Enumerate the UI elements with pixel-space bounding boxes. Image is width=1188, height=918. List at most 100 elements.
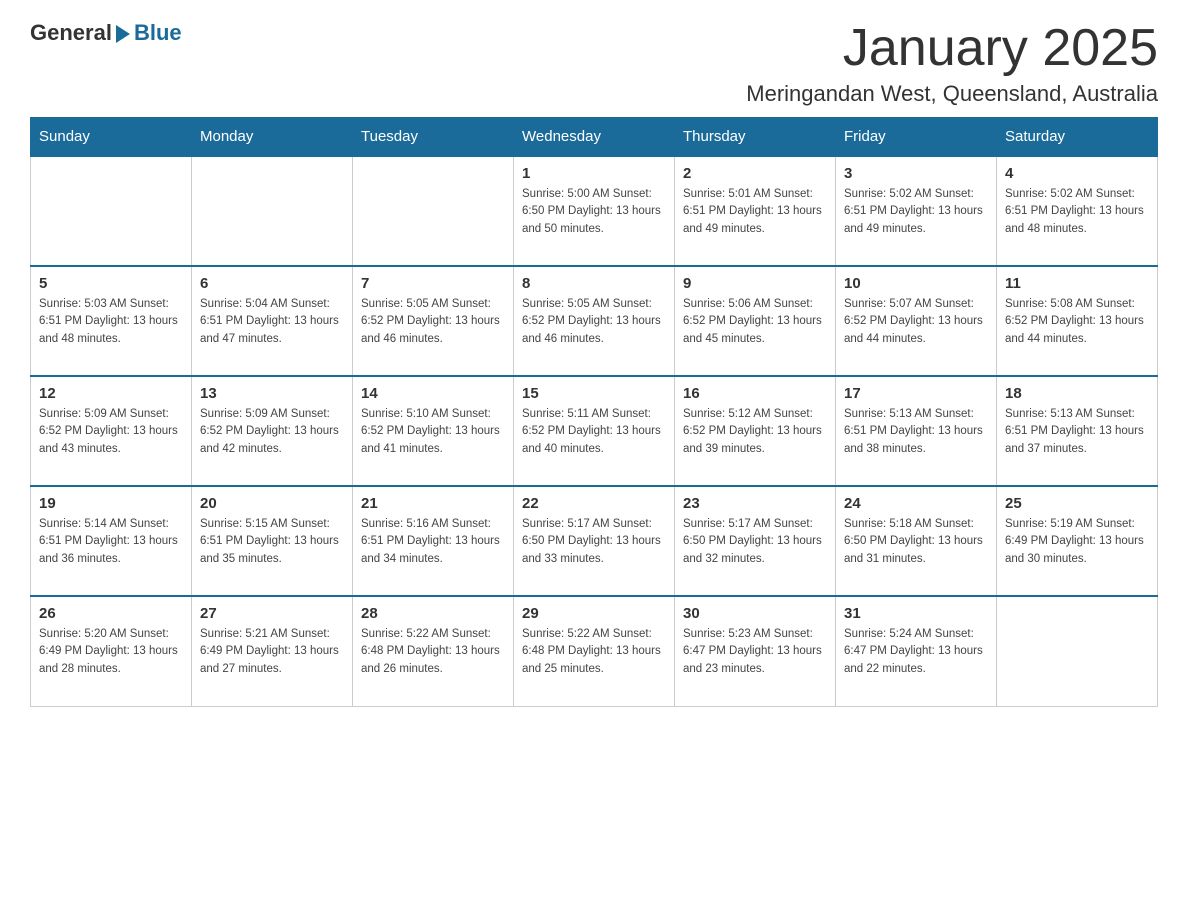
calendar-cell: 15Sunrise: 5:11 AM Sunset: 6:52 PM Dayli… xyxy=(514,376,675,486)
column-header-monday: Monday xyxy=(192,118,353,157)
calendar-cell: 29 Sunrise: 5:22 AM Sunset: 6:48 PM Dayli… xyxy=(514,596,675,706)
calendar-cell: 17 Sunrise: 5:13 AM Sunset: 6:51 PM Dayli… xyxy=(836,376,997,486)
day-info: Sunrise: 5:10 AM Sunset: 6:52 PM Dayligh… xyxy=(361,406,505,458)
day-number: 2 xyxy=(683,165,827,182)
day-number: 28 xyxy=(361,605,505,622)
day-number: 6 xyxy=(200,275,344,292)
column-header-saturday: Saturday xyxy=(997,118,1158,157)
day-info: Sunrise: 5:04 AM Sunset: 6:51 PM Dayligh… xyxy=(200,296,344,348)
day-number: 30 xyxy=(683,605,827,622)
page-header: General Blue January 2025 Meringandan We… xyxy=(30,20,1158,107)
day-number: 9 xyxy=(683,275,827,292)
day-number: 29 xyxy=(522,605,666,622)
day-number: 31 xyxy=(844,605,988,622)
day-info: Sunrise: 5:22 AM Sunset: 6:48 PM Dayligh… xyxy=(522,626,666,678)
day-info: Sunrise: 5:21 AM Sunset: 6:49 PM Dayligh… xyxy=(200,626,344,678)
calendar-title: January 2025 xyxy=(746,20,1158,77)
calendar-cell: 24 Sunrise: 5:18 AM Sunset: 6:50 PM Dayli… xyxy=(836,486,997,596)
logo-general: General xyxy=(30,20,112,46)
calendar-cell: 25 Sunrise: 5:19 AM Sunset: 6:49 PM Dayli… xyxy=(997,486,1158,596)
day-number: 16 xyxy=(683,385,827,402)
calendar-cell: 10 Sunrise: 5:07 AM Sunset: 6:52 PM Dayli… xyxy=(836,266,997,376)
header-row: SundayMondayTuesdayWednesdayThursdayFrid… xyxy=(31,118,1158,157)
calendar-cell: 11 Sunrise: 5:08 AM Sunset: 6:52 PM Dayli… xyxy=(997,266,1158,376)
calendar-cell: 27 Sunrise: 5:21 AM Sunset: 6:49 PM Dayli… xyxy=(192,596,353,706)
column-header-wednesday: Wednesday xyxy=(514,118,675,157)
day-number: 15 xyxy=(522,385,666,402)
calendar-cell: 8 Sunrise: 5:05 AM Sunset: 6:52 PM Daylig… xyxy=(514,266,675,376)
day-info: Sunrise: 5:12 AM Sunset: 6:52 PM Dayligh… xyxy=(683,406,827,458)
day-number: 11 xyxy=(1005,275,1149,292)
day-number: 17 xyxy=(844,385,988,402)
title-block: January 2025 Meringandan West, Queenslan… xyxy=(746,20,1158,107)
day-number: 25 xyxy=(1005,495,1149,512)
column-header-thursday: Thursday xyxy=(675,118,836,157)
day-number: 13 xyxy=(200,385,344,402)
day-info: Sunrise: 5:13 AM Sunset: 6:51 PM Dayligh… xyxy=(844,406,988,458)
calendar-cell: 28 Sunrise: 5:22 AM Sunset: 6:48 PM Dayli… xyxy=(353,596,514,706)
calendar-cell xyxy=(997,596,1158,706)
day-number: 20 xyxy=(200,495,344,512)
calendar-cell xyxy=(192,156,353,266)
week-row-5: 26 Sunrise: 5:20 AM Sunset: 6:49 PM Dayli… xyxy=(31,596,1158,706)
calendar-cell: 4Sunrise: 5:02 AM Sunset: 6:51 PM Daylig… xyxy=(997,156,1158,266)
day-info: Sunrise: 5:01 AM Sunset: 6:51 PM Dayligh… xyxy=(683,186,827,238)
calendar-cell: 22 Sunrise: 5:17 AM Sunset: 6:50 PM Dayli… xyxy=(514,486,675,596)
day-info: Sunrise: 5:18 AM Sunset: 6:50 PM Dayligh… xyxy=(844,516,988,568)
day-number: 10 xyxy=(844,275,988,292)
day-info: Sunrise: 5:22 AM Sunset: 6:48 PM Dayligh… xyxy=(361,626,505,678)
day-info: Sunrise: 5:07 AM Sunset: 6:52 PM Dayligh… xyxy=(844,296,988,348)
calendar-cell: 13 Sunrise: 5:09 AM Sunset: 6:52 PM Dayli… xyxy=(192,376,353,486)
day-info: Sunrise: 5:09 AM Sunset: 6:52 PM Dayligh… xyxy=(200,406,344,458)
day-info: Sunrise: 5:08 AM Sunset: 6:52 PM Dayligh… xyxy=(1005,296,1149,348)
calendar-cell xyxy=(31,156,192,266)
day-info: Sunrise: 5:06 AM Sunset: 6:52 PM Dayligh… xyxy=(683,296,827,348)
day-number: 7 xyxy=(361,275,505,292)
day-info: Sunrise: 5:20 AM Sunset: 6:49 PM Dayligh… xyxy=(39,626,183,678)
calendar-cell: 2 Sunrise: 5:01 AM Sunset: 6:51 PM Daylig… xyxy=(675,156,836,266)
day-number: 18 xyxy=(1005,385,1149,402)
calendar-cell: 23 Sunrise: 5:17 AM Sunset: 6:50 PM Dayli… xyxy=(675,486,836,596)
week-row-1: 1 Sunrise: 5:00 AM Sunset: 6:50 PM Daylig… xyxy=(31,156,1158,266)
day-info: Sunrise: 5:05 AM Sunset: 6:52 PM Dayligh… xyxy=(361,296,505,348)
day-number: 27 xyxy=(200,605,344,622)
day-number: 8 xyxy=(522,275,666,292)
day-number: 12 xyxy=(39,385,183,402)
day-info: Sunrise: 5:16 AM Sunset: 6:51 PM Dayligh… xyxy=(361,516,505,568)
day-number: 23 xyxy=(683,495,827,512)
day-number: 22 xyxy=(522,495,666,512)
calendar-table: SundayMondayTuesdayWednesdayThursdayFrid… xyxy=(30,117,1158,707)
calendar-cell: 26 Sunrise: 5:20 AM Sunset: 6:49 PM Dayli… xyxy=(31,596,192,706)
day-number: 26 xyxy=(39,605,183,622)
day-number: 19 xyxy=(39,495,183,512)
day-number: 5 xyxy=(39,275,183,292)
day-number: 4 xyxy=(1005,165,1149,182)
calendar-cell: 5Sunrise: 5:03 AM Sunset: 6:51 PM Daylig… xyxy=(31,266,192,376)
calendar-cell: 1 Sunrise: 5:00 AM Sunset: 6:50 PM Daylig… xyxy=(514,156,675,266)
day-info: Sunrise: 5:19 AM Sunset: 6:49 PM Dayligh… xyxy=(1005,516,1149,568)
day-info: Sunrise: 5:14 AM Sunset: 6:51 PM Dayligh… xyxy=(39,516,183,568)
day-number: 14 xyxy=(361,385,505,402)
day-info: Sunrise: 5:02 AM Sunset: 6:51 PM Dayligh… xyxy=(844,186,988,238)
day-info: Sunrise: 5:24 AM Sunset: 6:47 PM Dayligh… xyxy=(844,626,988,678)
day-info: Sunrise: 5:00 AM Sunset: 6:50 PM Dayligh… xyxy=(522,186,666,238)
calendar-cell: 31 Sunrise: 5:24 AM Sunset: 6:47 PM Dayli… xyxy=(836,596,997,706)
column-header-friday: Friday xyxy=(836,118,997,157)
week-row-2: 5Sunrise: 5:03 AM Sunset: 6:51 PM Daylig… xyxy=(31,266,1158,376)
logo: General Blue xyxy=(30,20,182,46)
calendar-cell: 30 Sunrise: 5:23 AM Sunset: 6:47 PM Dayli… xyxy=(675,596,836,706)
day-info: Sunrise: 5:17 AM Sunset: 6:50 PM Dayligh… xyxy=(522,516,666,568)
calendar-cell xyxy=(353,156,514,266)
day-info: Sunrise: 5:05 AM Sunset: 6:52 PM Dayligh… xyxy=(522,296,666,348)
calendar-cell: 16 Sunrise: 5:12 AM Sunset: 6:52 PM Dayli… xyxy=(675,376,836,486)
day-info: Sunrise: 5:17 AM Sunset: 6:50 PM Dayligh… xyxy=(683,516,827,568)
day-info: Sunrise: 5:15 AM Sunset: 6:51 PM Dayligh… xyxy=(200,516,344,568)
day-number: 3 xyxy=(844,165,988,182)
day-number: 1 xyxy=(522,165,666,182)
calendar-cell: 3 Sunrise: 5:02 AM Sunset: 6:51 PM Daylig… xyxy=(836,156,997,266)
day-info: Sunrise: 5:23 AM Sunset: 6:47 PM Dayligh… xyxy=(683,626,827,678)
column-header-tuesday: Tuesday xyxy=(353,118,514,157)
day-number: 24 xyxy=(844,495,988,512)
logo-blue: Blue xyxy=(134,20,182,46)
calendar-cell: 7 Sunrise: 5:05 AM Sunset: 6:52 PM Daylig… xyxy=(353,266,514,376)
